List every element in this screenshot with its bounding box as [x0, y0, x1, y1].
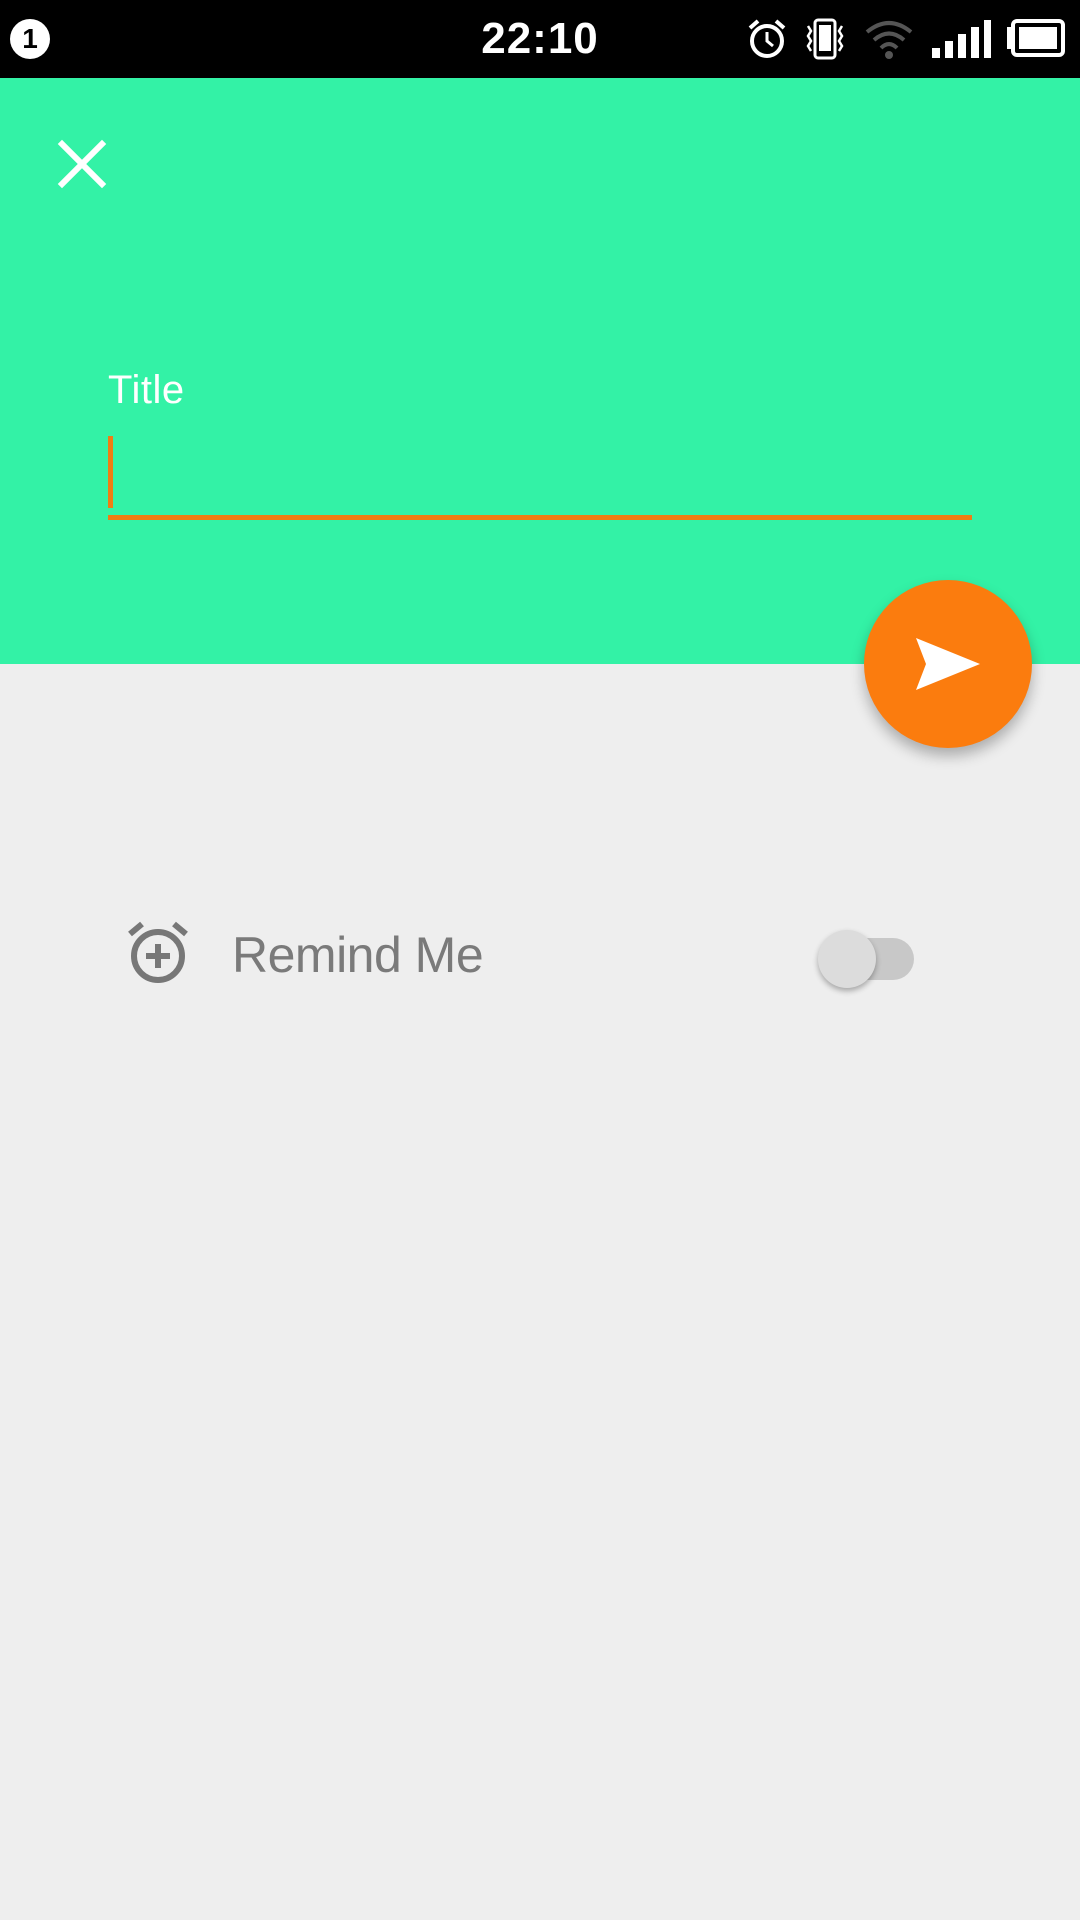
remind-me-row[interactable]: Remind Me	[0, 900, 1080, 1010]
remind-me-label: Remind Me	[232, 927, 484, 983]
alarm-icon	[748, 19, 786, 58]
remind-me-toggle[interactable]	[818, 925, 914, 988]
battery-icon	[1007, 19, 1065, 57]
editor-header: Title	[0, 78, 1080, 664]
title-input[interactable]	[108, 434, 972, 520]
signal-icon	[932, 20, 991, 58]
text-cursor	[108, 436, 113, 508]
title-label: Title	[108, 368, 185, 412]
toggle-thumb	[818, 930, 876, 988]
send-icon	[916, 638, 980, 690]
send-button[interactable]	[864, 580, 1032, 748]
status-bar: 1 22:10	[0, 0, 1080, 78]
wifi-icon	[865, 21, 913, 59]
alarm-add-icon	[128, 921, 188, 983]
vibrate-icon	[806, 18, 844, 60]
close-button[interactable]	[52, 134, 112, 194]
status-time: 22:10	[481, 14, 599, 63]
close-icon	[57, 139, 107, 189]
